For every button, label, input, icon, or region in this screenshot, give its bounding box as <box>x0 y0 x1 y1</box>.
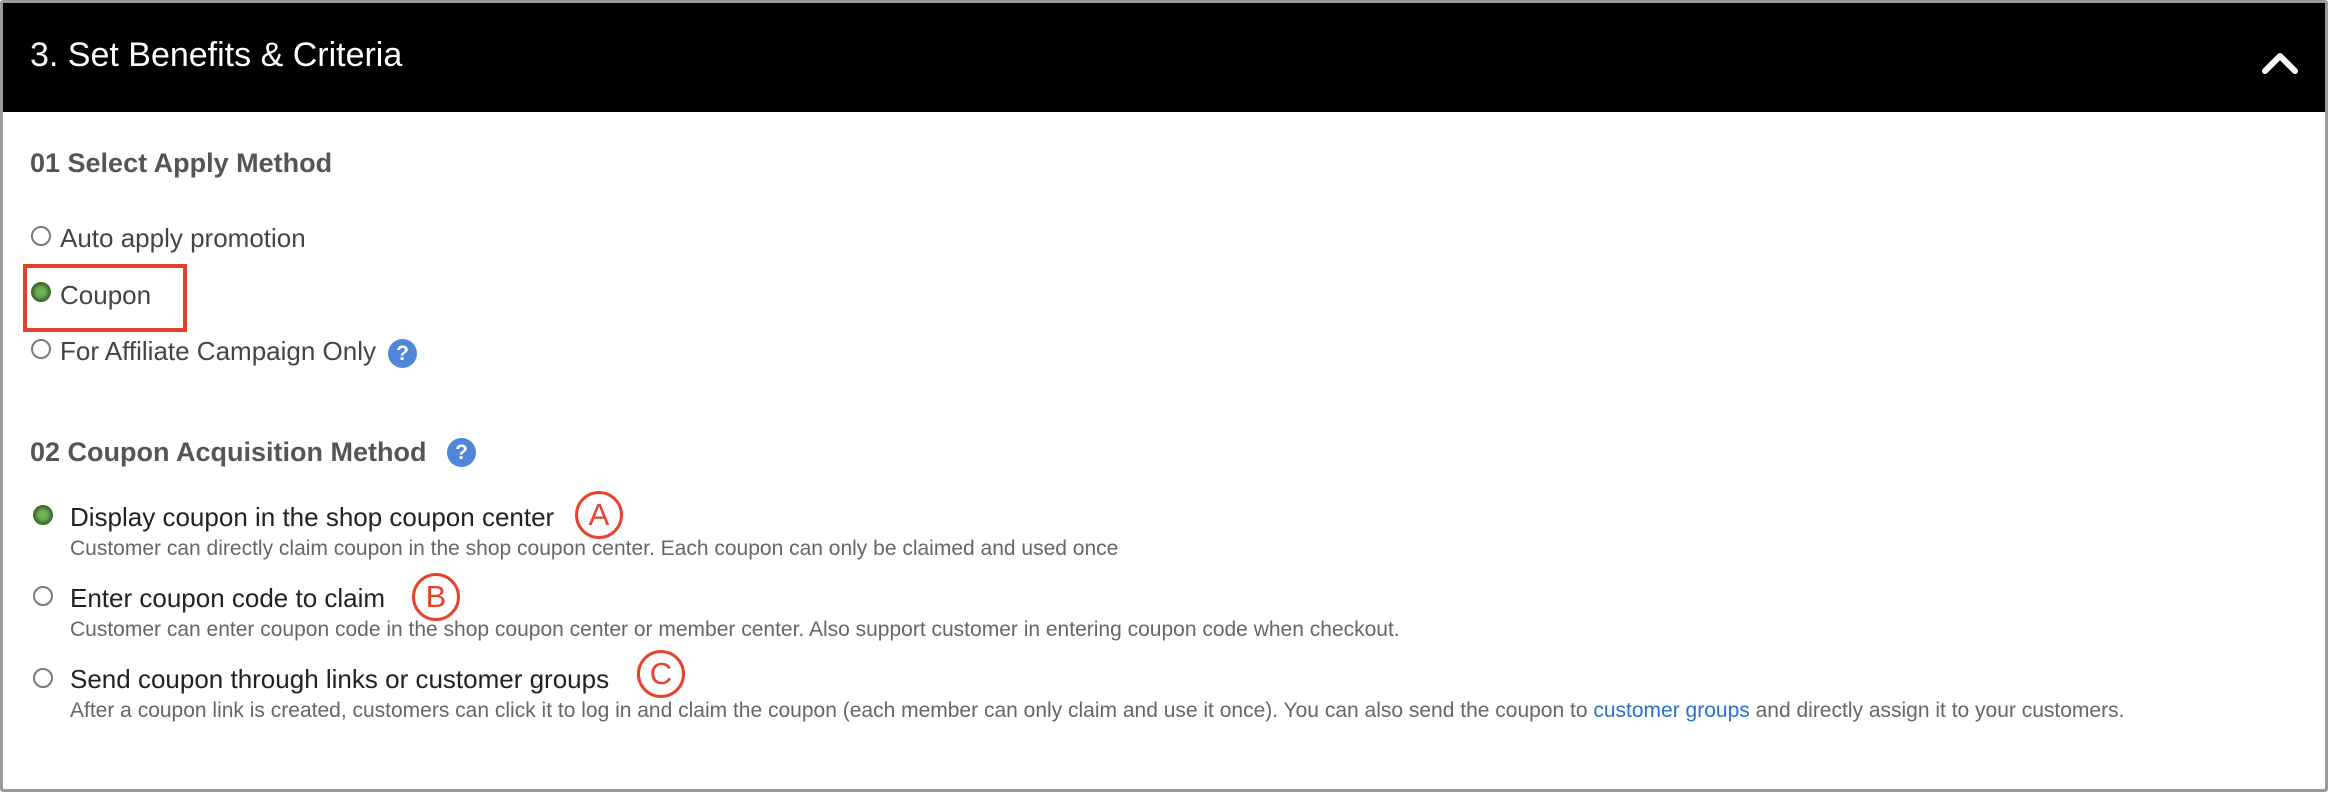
apply-method-heading: 01 Select Apply Method <box>30 148 333 178</box>
panel-title: 3. Set Benefits & Criteria <box>30 36 403 74</box>
radio-affiliate-campaign[interactable] <box>31 339 51 359</box>
benefits-criteria-panel: 3. Set Benefits & Criteria 01 Select App… <box>0 0 2328 792</box>
enter-coupon-code-label[interactable]: Enter coupon code to claim <box>70 583 385 614</box>
send-coupon-desc-after: and directly assign it to your customers… <box>1749 699 2125 722</box>
radio-enter-coupon-code[interactable] <box>33 586 53 606</box>
radio-auto-apply[interactable] <box>31 226 51 246</box>
affiliate-campaign-label[interactable]: For Affiliate Campaign Only <box>60 336 376 367</box>
acquisition-help-icon[interactable]: ? <box>447 438 476 467</box>
annotation-marker-a: A <box>575 491 623 539</box>
collapse-button[interactable] <box>2255 41 2305 85</box>
coupon-highlight-box <box>23 264 187 332</box>
panel-header[interactable]: 3. Set Benefits & Criteria <box>3 3 2325 112</box>
annotation-marker-c: C <box>637 650 685 698</box>
send-coupon-links-desc: After a coupon link is created, customer… <box>70 699 2124 723</box>
annotation-marker-b: B <box>412 573 460 621</box>
display-coupon-center-label[interactable]: Display coupon in the shop coupon center <box>70 502 554 533</box>
chevron-up-icon <box>2262 53 2298 74</box>
display-coupon-center-desc: Customer can directly claim coupon in th… <box>70 537 1119 560</box>
send-coupon-desc-before: After a coupon link is created, customer… <box>70 699 1594 722</box>
auto-apply-label[interactable]: Auto apply promotion <box>60 223 306 254</box>
customer-groups-link[interactable]: customer groups <box>1593 699 1749 722</box>
affiliate-help-icon[interactable]: ? <box>388 339 417 368</box>
acquisition-method-heading: 02 Coupon Acquisition Method <box>30 437 427 467</box>
enter-coupon-code-desc: Customer can enter coupon code in the sh… <box>70 618 1400 641</box>
radio-send-coupon-links[interactable] <box>33 668 53 688</box>
radio-display-coupon-center[interactable] <box>33 505 53 525</box>
send-coupon-links-label[interactable]: Send coupon through links or customer gr… <box>70 664 609 695</box>
